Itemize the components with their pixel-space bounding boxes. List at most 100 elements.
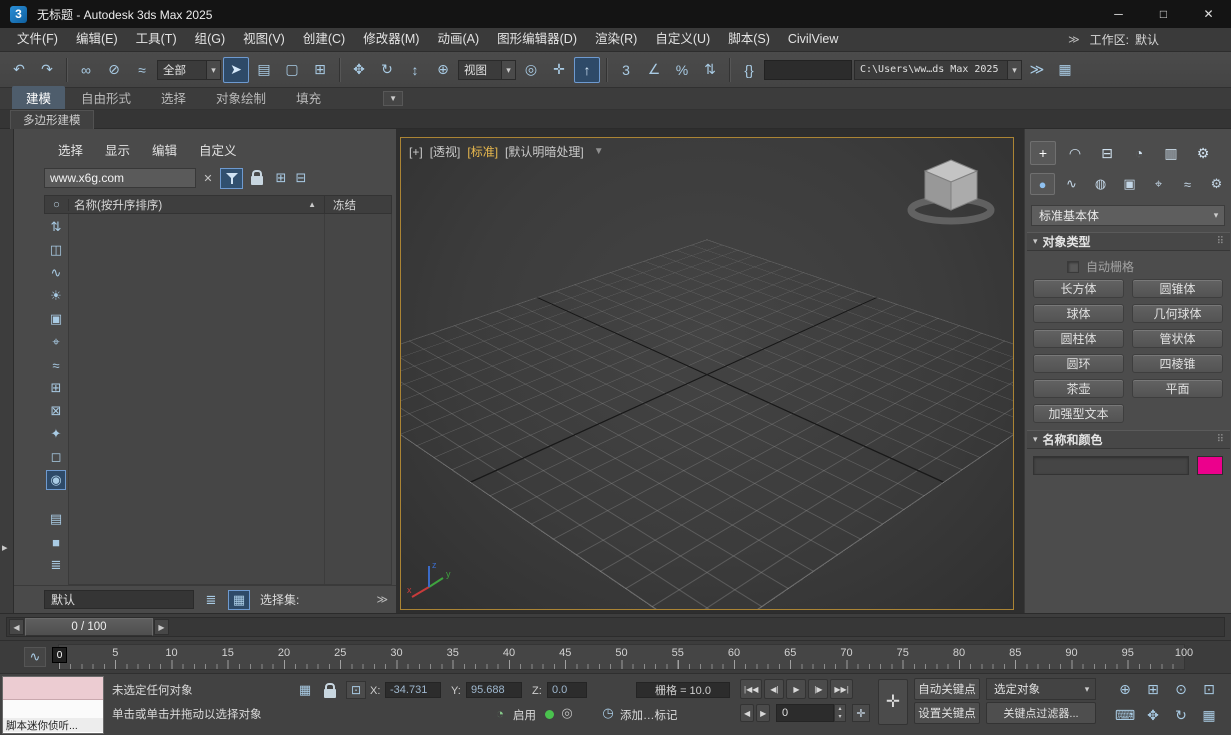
isolate-selection-toggle-icon[interactable]: ▦ — [295, 681, 315, 699]
rectangular-selection-icon[interactable]: ▢ — [279, 57, 305, 83]
category-shapes[interactable]: ∿ — [1059, 173, 1084, 195]
frame-forward-icon[interactable]: ▶ — [756, 704, 770, 722]
ribbon-tab-modeling[interactable]: 建模 — [12, 86, 65, 109]
named-selection-field[interactable] — [764, 60, 852, 80]
selection-lock-icon[interactable] — [324, 684, 336, 698]
workspace-selector[interactable]: 工作区: 默认 — [1090, 31, 1159, 48]
display-bones-icon[interactable]: ✦ — [46, 424, 66, 444]
viewport-shading-label[interactable]: [默认明暗处理] — [505, 143, 584, 160]
button-teapot[interactable]: 茶壶 — [1033, 379, 1124, 398]
go-to-start-button[interactable]: |◀◀ — [740, 679, 762, 699]
menu-edit[interactable]: 编辑(E) — [67, 28, 127, 51]
adaptive-degradation-clock-icon[interactable]: ◔ — [490, 704, 510, 722]
menu-civilview[interactable]: CivilView — [779, 28, 847, 51]
zoom-extents-icon[interactable]: ⊙ — [1168, 678, 1194, 701]
enable-label[interactable]: 启用 — [513, 707, 536, 723]
display-visibility-icon[interactable]: ◉ — [46, 470, 66, 490]
open-mini-curve-editor-icon[interactable]: ∿ — [24, 647, 46, 667]
minimize-button[interactable]: ─ — [1096, 0, 1141, 28]
category-cameras[interactable]: ▣ — [1117, 173, 1142, 195]
frame-spinner[interactable]: ▴ ▾ — [834, 704, 846, 722]
explorer-menu-select[interactable]: 选择 — [58, 140, 83, 159]
ribbon-collapse-icon[interactable]: ▼ — [383, 91, 403, 106]
subcategory-dropdown[interactable]: 标准基本体 ▾ — [1031, 205, 1225, 226]
menu-scripting[interactable]: 脚本(S) — [719, 28, 779, 51]
absolute-offset-mode-icon[interactable]: ⊡ — [346, 681, 366, 699]
button-textplus[interactable]: 加强型文本 — [1033, 404, 1124, 423]
tab-modify[interactable]: ◠ — [1062, 141, 1088, 165]
display-hidden-icon[interactable]: ≣ — [46, 555, 66, 575]
key-filters-button[interactable]: 关键点过滤器... — [986, 702, 1096, 724]
menu-rendering[interactable]: 渲染(R) — [586, 28, 646, 51]
button-cone[interactable]: 圆锥体 — [1132, 279, 1223, 298]
button-geosphere[interactable]: 几何球体 — [1132, 304, 1223, 323]
menu-modifiers[interactable]: 修改器(M) — [354, 28, 428, 51]
explorer-object-list[interactable] — [68, 214, 392, 585]
current-frame-marker[interactable]: 0 — [52, 647, 67, 663]
menu-tools[interactable]: 工具(T) — [127, 28, 186, 51]
tab-utilities[interactable]: ⚙ — [1190, 141, 1216, 165]
menu-views[interactable]: 视图(V) — [234, 28, 294, 51]
select-and-move-icon[interactable]: ✥ — [346, 57, 372, 83]
display-helpers-icon[interactable]: ⌖ — [46, 332, 66, 352]
category-systems[interactable]: ⚙ — [1204, 173, 1229, 195]
key-selection-dropdown[interactable]: 选定对象 ▾ — [986, 678, 1096, 700]
redo-icon[interactable]: ↷ — [34, 57, 60, 83]
menu-graph-editors[interactable]: 图形编辑器(D) — [488, 28, 586, 51]
category-lights[interactable]: ◍ — [1088, 173, 1113, 195]
tab-display[interactable]: ▥ — [1158, 141, 1184, 165]
display-lights-icon[interactable]: ☀ — [46, 286, 66, 306]
toolbar-overflow-icon[interactable]: ≫ — [1024, 57, 1050, 83]
viewport-general-menu[interactable]: [+] — [409, 145, 423, 159]
zoom-icon[interactable]: ⊕ — [1112, 678, 1138, 701]
menu-file[interactable]: 文件(F) — [8, 28, 67, 51]
button-tube[interactable]: 管状体 — [1132, 329, 1223, 348]
lock-cell-edit-icon[interactable] — [247, 168, 267, 189]
display-preset-dropdown[interactable]: 默认 — [44, 590, 194, 609]
menu-animation[interactable]: 动画(A) — [428, 28, 488, 51]
asset-library-icon[interactable]: ▦ — [1052, 57, 1078, 83]
time-slider-track[interactable] — [6, 617, 1225, 637]
autogrid-checkbox[interactable] — [1067, 261, 1079, 273]
pick-children-icon[interactable]: ⊟ — [291, 168, 311, 189]
explorer-overflow-icon[interactable]: ≫ — [376, 593, 388, 606]
sort-order-icon[interactable]: ⇅ — [46, 217, 66, 237]
pick-parent-icon[interactable]: ⊞ — [271, 168, 291, 189]
select-and-place-icon[interactable]: ⊕ — [430, 57, 456, 83]
viewport[interactable]: [+] [透视] [标准] [默认明暗处理] ▼ x y z — [400, 137, 1014, 610]
project-path-dropdown[interactable]: C:\Users\ww…ds Max 2025 ▾ — [854, 60, 1022, 80]
tab-create[interactable]: + — [1030, 141, 1056, 165]
listener-macro-pane[interactable] — [3, 677, 103, 700]
viewport-standard-label[interactable]: [标准] — [467, 143, 498, 160]
ribbon-tab-selection[interactable]: 选择 — [147, 86, 200, 109]
auto-key-button[interactable]: 自动关键点 — [914, 678, 980, 700]
explorer-menu-edit[interactable]: 编辑 — [152, 140, 177, 159]
x-coordinate-field[interactable]: -34.731 — [385, 682, 441, 698]
select-and-rotate-icon[interactable]: ↻ — [374, 57, 400, 83]
button-cylinder[interactable]: 圆柱体 — [1033, 329, 1124, 348]
viewcube[interactable] — [903, 152, 999, 230]
set-key-button[interactable]: 设置关键点 — [914, 702, 980, 724]
selection-filter-dropdown[interactable]: 全部 ▾ — [157, 60, 221, 80]
category-geometry[interactable]: ● — [1030, 173, 1055, 195]
menu-group[interactable]: 组(G) — [186, 28, 235, 51]
orbit-icon[interactable]: ↻ — [1168, 704, 1194, 727]
undo-icon[interactable]: ↶ — [6, 57, 32, 83]
app-logo-icon[interactable]: 3 — [10, 6, 27, 23]
display-containers-icon[interactable]: ◻ — [46, 447, 66, 467]
ribbon-tab-freeform[interactable]: 自由形式 — [67, 86, 145, 109]
zoom-all-icon[interactable]: ⊞ — [1140, 678, 1166, 701]
menu-create[interactable]: 创建(C) — [294, 28, 354, 51]
isolate-selection-icon[interactable]: ↑ — [574, 57, 600, 83]
viewport-pov-label[interactable]: [透视] — [430, 143, 461, 160]
add-time-tag-label[interactable]: 添加…标记 — [620, 707, 678, 723]
add-key-icon[interactable]: ✛ — [852, 704, 870, 722]
search-input[interactable] — [44, 168, 196, 188]
maxscript-mini-listener[interactable]: 脚本迷你侦听... — [2, 676, 104, 734]
button-plane[interactable]: 平面 — [1132, 379, 1223, 398]
button-sphere[interactable]: 球体 — [1033, 304, 1124, 323]
button-box[interactable]: 长方体 — [1033, 279, 1124, 298]
spinner-down-icon[interactable]: ▾ — [835, 713, 845, 721]
use-pivot-center-icon[interactable]: ◎ — [518, 57, 544, 83]
spinner-snap-icon[interactable]: ⇅ — [697, 57, 723, 83]
